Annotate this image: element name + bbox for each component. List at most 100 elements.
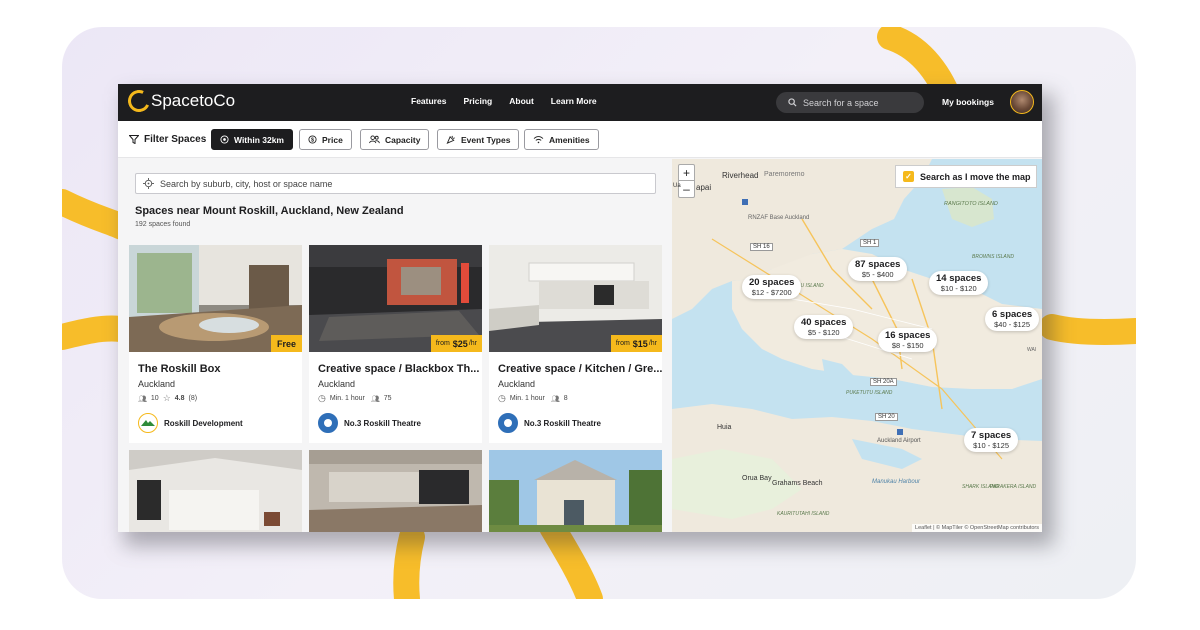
space-photo bbox=[489, 450, 662, 532]
space-photo: from $25/hr bbox=[309, 245, 482, 352]
map-label: Grahams Beach bbox=[772, 480, 823, 487]
map-cluster-marker[interactable]: 6 spaces $40 - $125 bbox=[985, 307, 1040, 331]
price-badge: Free bbox=[270, 335, 302, 352]
map-label: Orua Bay bbox=[742, 475, 772, 482]
chip-amenities[interactable]: Amenities bbox=[524, 129, 599, 150]
space-title: Creative space / Kitchen / Gre... bbox=[498, 363, 663, 375]
space-meta: ◷ Min. 1 hour 👥︎ 75 bbox=[318, 393, 392, 404]
space-city: Auckland bbox=[138, 379, 176, 389]
map-label: Manukau Harbour bbox=[872, 479, 921, 485]
map-cluster-marker[interactable]: 87 spaces $5 - $400 bbox=[848, 257, 908, 281]
space-card[interactable]: Free The Roskill Box Auckland 👥︎ 10 ☆ 4.… bbox=[129, 245, 302, 443]
space-reviews: (8) bbox=[188, 395, 198, 402]
host-logo bbox=[318, 413, 338, 433]
host[interactable]: Roskill Development bbox=[138, 413, 243, 433]
main-nav: Features Pricing About Learn More bbox=[411, 96, 597, 106]
host[interactable]: No.3 Roskill Theatre bbox=[498, 413, 601, 433]
filter-funnel-icon bbox=[129, 135, 139, 144]
host[interactable]: No.3 Roskill Theatre bbox=[318, 413, 421, 433]
space-photo bbox=[129, 450, 302, 532]
my-bookings-link[interactable]: My bookings bbox=[942, 97, 994, 107]
search-as-i-move-label: Search as I move the map bbox=[920, 171, 1031, 182]
nav-pricing[interactable]: Pricing bbox=[463, 96, 492, 106]
nav-features[interactable]: Features bbox=[411, 96, 446, 106]
wifi-icon bbox=[533, 136, 544, 144]
results-title: Spaces near Mount Roskill, Auckland, New… bbox=[135, 205, 404, 217]
chip-amenities-label: Amenities bbox=[549, 134, 590, 145]
zoom-in-button[interactable]: + bbox=[679, 165, 694, 181]
host-name: No.3 Roskill Theatre bbox=[344, 418, 421, 428]
map-label: WAI bbox=[1027, 347, 1037, 353]
zoom-control: + – bbox=[678, 164, 695, 198]
map-attribution[interactable]: Leaflet | © MapTiler © OpenStreetMap con… bbox=[912, 524, 1042, 532]
nav-about[interactable]: About bbox=[509, 96, 534, 106]
map-cluster-marker[interactable]: 14 spaces $10 - $120 bbox=[929, 271, 989, 295]
top-navbar: SpacetoCo Features Pricing About Learn M… bbox=[118, 84, 1042, 121]
nav-learn-more[interactable]: Learn More bbox=[551, 96, 597, 106]
chip-event-types[interactable]: Event Types bbox=[437, 129, 520, 150]
space-city: Auckland bbox=[318, 379, 356, 389]
people-icon: 👥︎ bbox=[138, 395, 147, 403]
map-label: apai bbox=[696, 183, 712, 192]
location-search-input[interactable]: Search by suburb, city, host or space na… bbox=[135, 173, 656, 194]
filter-title: Filter Spaces bbox=[129, 134, 206, 145]
price-icon: $ bbox=[308, 135, 317, 144]
price-badge: from $25/hr bbox=[430, 335, 482, 352]
map-cluster-marker[interactable]: 20 spaces $12 - $7200 bbox=[742, 275, 802, 299]
filter-title-label: Filter Spaces bbox=[144, 134, 207, 145]
map-label: Ua bbox=[673, 183, 681, 189]
space-card[interactable] bbox=[489, 450, 662, 532]
space-city: Auckland bbox=[498, 379, 536, 389]
chip-price[interactable]: $ Price bbox=[299, 129, 352, 150]
search-icon bbox=[788, 98, 797, 107]
space-card[interactable] bbox=[309, 450, 482, 532]
chip-price-label: Price bbox=[322, 134, 343, 145]
map-cluster-marker[interactable]: 7 spaces $10 - $125 bbox=[964, 428, 1019, 452]
map-label: Huia bbox=[717, 424, 732, 431]
clock-icon: ◷ bbox=[318, 393, 326, 403]
space-capacity: 75 bbox=[383, 395, 392, 402]
space-photo: Free bbox=[129, 245, 302, 352]
price-badge: from $15/hr bbox=[610, 335, 662, 352]
space-photo bbox=[309, 450, 482, 532]
filter-bar: Filter Spaces Within 32km $ Price Capaci… bbox=[118, 121, 1042, 158]
map-label: RNZAF Base Auckland bbox=[748, 215, 810, 221]
zoom-out-button[interactable]: – bbox=[679, 181, 694, 197]
map-label: SH 16 bbox=[750, 243, 773, 251]
map-label: PARAKERA ISLAND bbox=[990, 484, 1037, 490]
map-label: SH 1 bbox=[860, 239, 880, 247]
logo-ring-icon bbox=[124, 86, 154, 116]
map-cluster-marker[interactable]: 16 spaces $8 - $150 bbox=[878, 328, 938, 352]
browser-window: SpacetoCo Features Pricing About Learn M… bbox=[118, 84, 1042, 532]
space-card[interactable] bbox=[129, 450, 302, 532]
map-label: RANGITOTO ISLAND bbox=[944, 201, 998, 207]
brand-logo[interactable]: SpacetoCo bbox=[124, 86, 235, 116]
map-label: Paremoremo bbox=[764, 171, 805, 178]
header-search-input[interactable]: Search for a space bbox=[776, 92, 924, 113]
avatar[interactable] bbox=[1010, 90, 1034, 114]
map-label: Riverhead bbox=[722, 171, 759, 180]
map-panel[interactable]: + – Riverhead Paremoremo RNZAF Base Auck… bbox=[672, 159, 1042, 532]
space-rating: 4.8 bbox=[174, 395, 185, 402]
chip-distance[interactable]: Within 32km bbox=[211, 129, 293, 150]
map-cluster-marker[interactable]: 40 spaces $5 - $120 bbox=[794, 315, 854, 339]
space-capacity: 8 bbox=[563, 395, 568, 402]
svg-text:$: $ bbox=[311, 138, 314, 144]
search-as-i-move-toggle[interactable]: ✓ Search as I move the map bbox=[895, 165, 1037, 188]
map-label: PUKETUTU ISLAND bbox=[846, 390, 893, 396]
distance-icon bbox=[220, 135, 229, 144]
chip-distance-label: Within 32km bbox=[234, 134, 284, 145]
clock-icon: ◷ bbox=[498, 393, 506, 403]
space-card[interactable]: from $25/hr Creative space / Blackbox Th… bbox=[309, 245, 482, 443]
space-title: Creative space / Blackbox Th... bbox=[318, 363, 480, 375]
locate-icon bbox=[143, 178, 154, 189]
header-search-placeholder: Search for a space bbox=[803, 97, 879, 108]
space-min-booking: Min. 1 hour bbox=[509, 395, 545, 402]
chip-event-types-label: Event Types bbox=[461, 134, 511, 145]
space-meta: 👥︎ 10 ☆ 4.8 (8) bbox=[138, 393, 197, 404]
map-label: SH 20 bbox=[875, 413, 898, 421]
host-name: No.3 Roskill Theatre bbox=[524, 418, 601, 428]
space-card[interactable]: from $15/hr Creative space / Kitchen / G… bbox=[489, 245, 662, 443]
space-title: The Roskill Box bbox=[138, 363, 221, 375]
chip-capacity[interactable]: Capacity bbox=[360, 129, 430, 150]
